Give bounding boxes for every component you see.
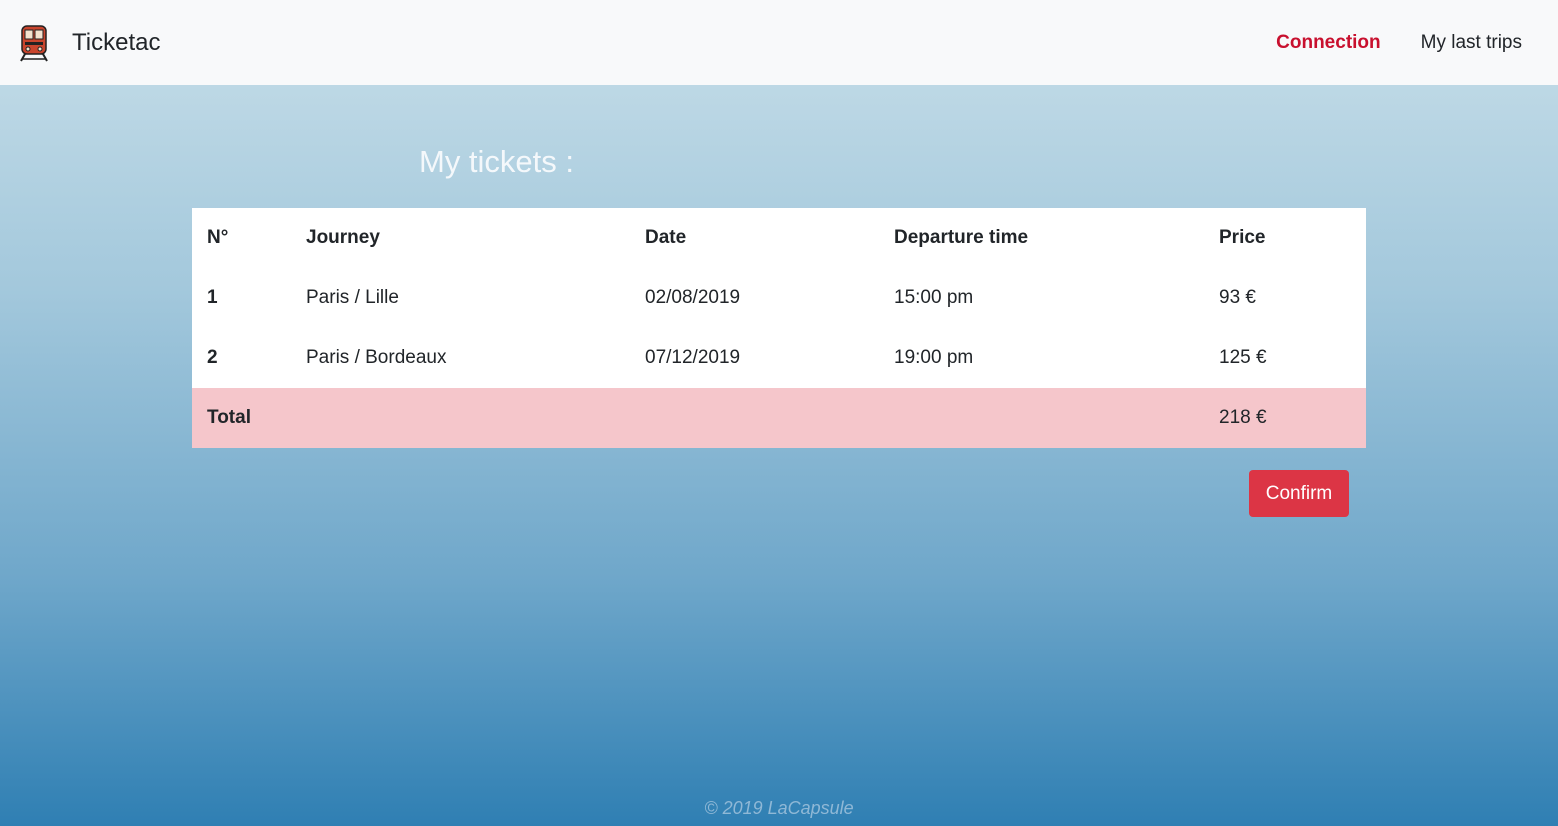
tickets-table: N° Journey Date Departure time Price 1 P… xyxy=(192,208,1366,448)
total-empty-cell xyxy=(291,388,630,448)
brand-name[interactable]: Ticketac xyxy=(72,29,160,57)
brand[interactable]: Ticketac xyxy=(18,23,160,63)
header-number: N° xyxy=(207,227,229,248)
table-header-row: N° Journey Date Departure time Price xyxy=(192,208,1366,268)
total-empty-cell xyxy=(879,388,1204,448)
nav-link-connection[interactable]: Connection xyxy=(1276,32,1381,54)
table-row: 2 Paris / Bordeaux 07/12/2019 19:00 pm 1… xyxy=(192,328,1366,388)
table-row: 1 Paris / Lille 02/08/2019 15:00 pm 93 € xyxy=(192,268,1366,328)
train-icon xyxy=(18,23,50,63)
total-row: Total 218 € xyxy=(192,388,1366,448)
header-departure-time: Departure time xyxy=(894,227,1029,248)
footer-copyright: © 2019 LaCapsule xyxy=(704,798,854,818)
ticket-date: 07/12/2019 xyxy=(645,347,741,368)
ticket-journey: Paris / Bordeaux xyxy=(306,347,447,368)
total-empty-cell xyxy=(630,388,879,448)
ticket-date: 02/08/2019 xyxy=(645,287,741,308)
nav-links: Connection My last trips xyxy=(1276,32,1540,54)
nav-link-my-last-trips[interactable]: My last trips xyxy=(1421,32,1522,54)
page-title: My tickets : xyxy=(419,144,575,179)
ticket-number: 1 xyxy=(207,287,218,308)
ticket-journey: Paris / Lille xyxy=(306,287,399,308)
header-journey: Journey xyxy=(306,227,380,248)
ticket-number: 2 xyxy=(207,347,218,368)
confirm-button[interactable]: Confirm xyxy=(1249,470,1349,517)
ticket-departure-time: 15:00 pm xyxy=(894,287,974,308)
ticket-price: 93 € xyxy=(1219,287,1256,308)
navbar: Ticketac Connection My last trips xyxy=(0,0,1558,85)
total-label: Total xyxy=(207,407,251,428)
header-price: Price xyxy=(1219,227,1266,248)
ticket-departure-time: 19:00 pm xyxy=(894,347,974,368)
header-date: Date xyxy=(645,227,687,248)
ticket-price: 125 € xyxy=(1219,347,1267,368)
total-value: 218 € xyxy=(1219,407,1267,428)
